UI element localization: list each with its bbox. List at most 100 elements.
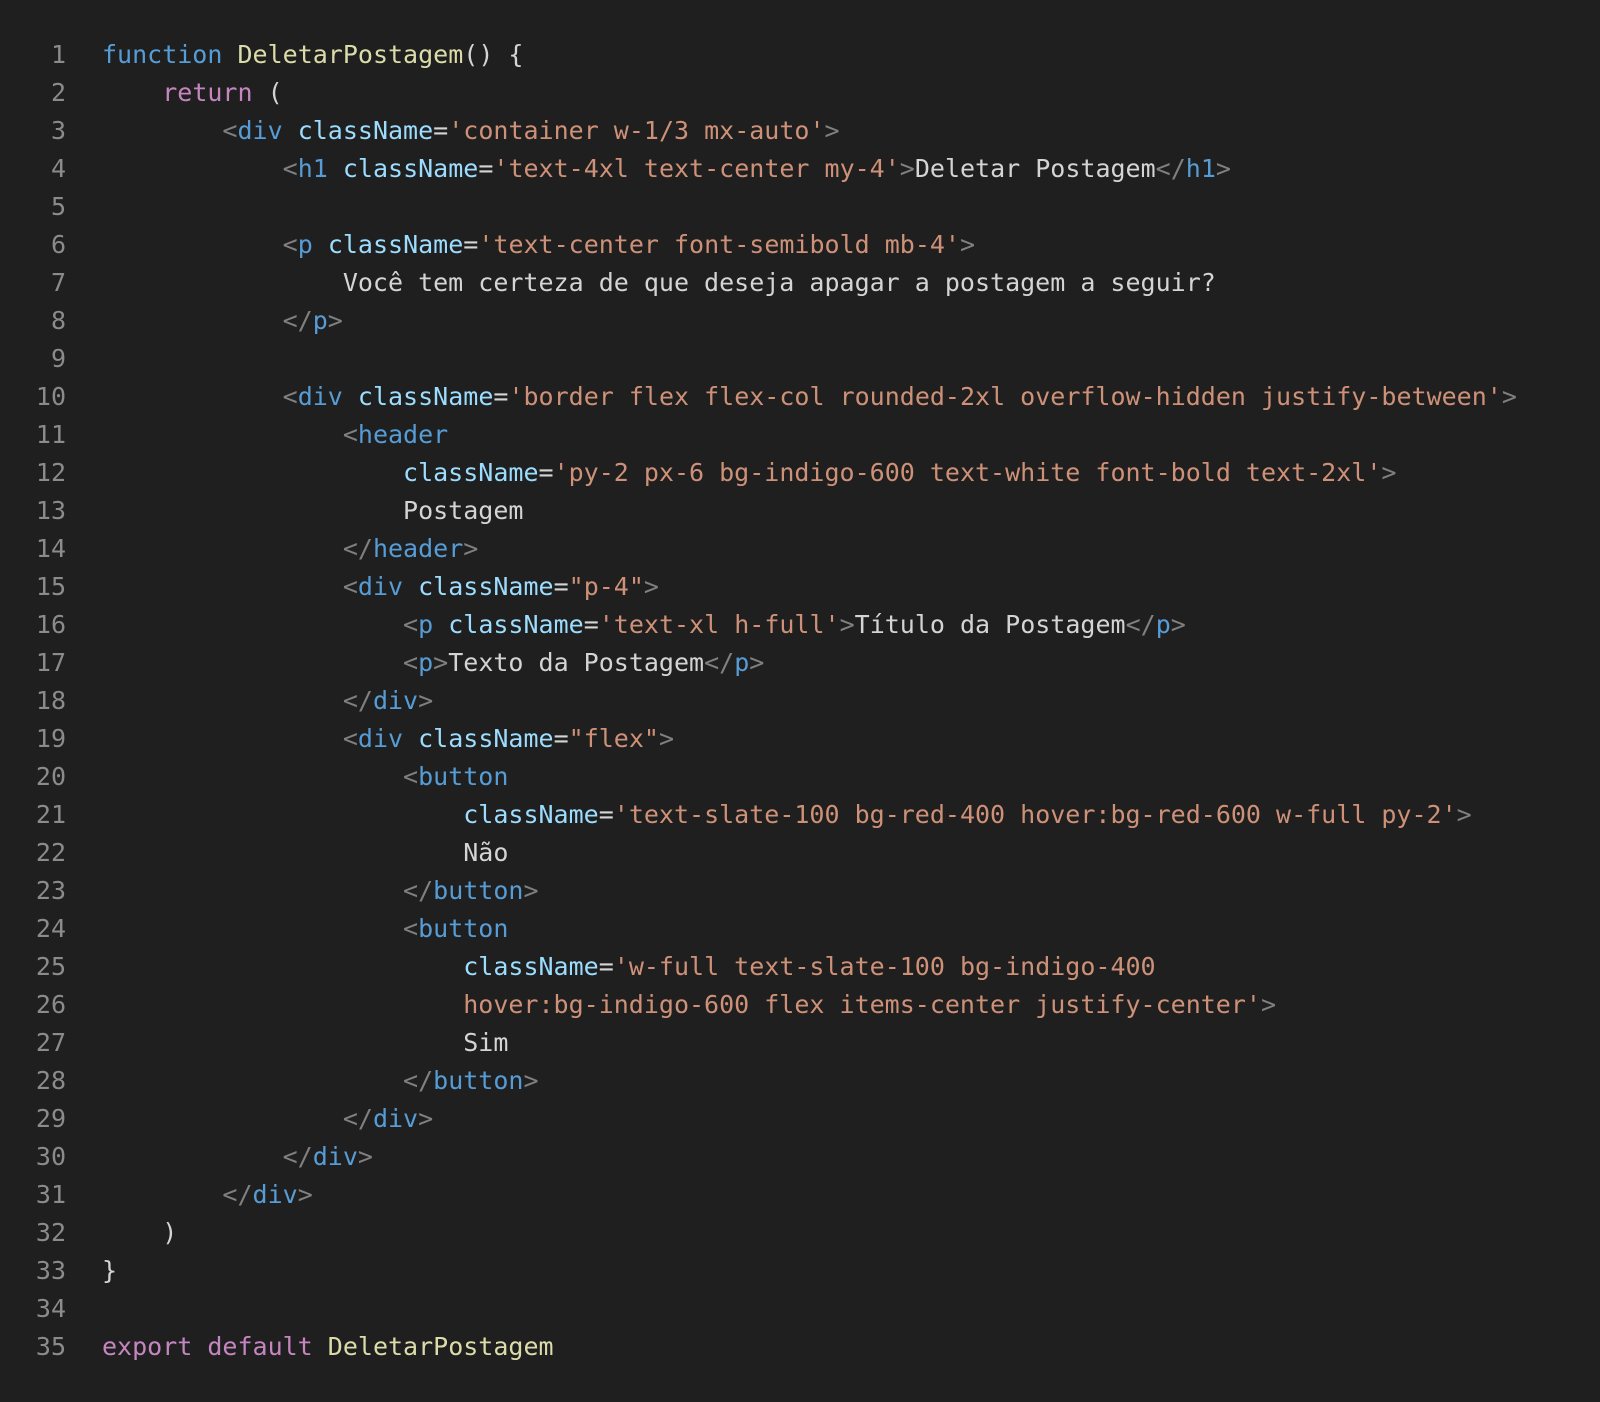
line-number: 15 [35,572,66,601]
tag-bracket-token: > [1501,382,1517,411]
line-code: hover:bg-indigo-600 flex items-center ju… [102,986,1276,1024]
tag-name-token: div [372,1104,419,1133]
code-line[interactable]: 13 Postagem [0,492,1600,530]
code-line[interactable]: 6 <p className='text-center font-semibol… [0,226,1600,264]
line-code: <button [102,758,508,796]
code-line[interactable]: 27 Sim [0,1024,1600,1062]
line-code: <div className='border flex flex-col rou… [102,378,1517,416]
string-token: 'text-slate-100 bg-red-400 hover:bg-red-… [613,800,1457,829]
code-line[interactable]: 29 </div> [0,1100,1600,1138]
line-code: ) [102,1214,177,1252]
line-number: 28 [35,1066,66,1095]
tag-bracket-token: </ [342,686,373,715]
code-line[interactable]: 9 [0,340,1600,378]
line-number: 10 [35,382,66,411]
tag-bracket-token: < [403,648,419,677]
text-token: Não [102,838,509,867]
code-line[interactable]: 35 export default DeletarPostagem [0,1328,1600,1366]
line-number: 27 [35,1028,66,1057]
tag-bracket-token: </ [342,1104,373,1133]
code-line[interactable]: 8 </p> [0,302,1600,340]
code-line[interactable]: 5 [0,188,1600,226]
code-line[interactable]: 7 Você tem certeza de que deseja apagar … [0,264,1600,302]
code-line[interactable]: 18 </div> [0,682,1600,720]
code-line[interactable]: 21 className='text-slate-100 bg-red-400 … [0,796,1600,834]
tag-bracket-token: > [643,572,659,601]
line-number: 20 [35,762,66,791]
tag-bracket-token: > [839,610,855,639]
string-token: "flex" [568,724,659,753]
code-line[interactable]: 1 function DeletarPostagem() { [0,36,1600,74]
tag-bracket-token: < [342,572,358,601]
attribute-token: className [448,610,584,639]
tag-name-token: button [433,876,524,905]
tag-bracket-token: > [824,116,840,145]
tag-bracket-token: > [899,154,915,183]
line-number: 29 [35,1104,66,1133]
code-line[interactable]: 2 return ( [0,74,1600,112]
text-token: ) [102,1218,178,1247]
text-token: = [538,458,554,487]
line-code: } [102,1252,117,1290]
tag-bracket-token: < [282,154,298,183]
string-token: 'container w-1/3 mx-auto' [448,116,825,145]
code-line[interactable]: 31 </div> [0,1176,1600,1214]
text-token: Você tem certeza de que deseja apagar a … [102,268,1216,297]
attribute-token: className [403,458,539,487]
code-line[interactable]: 12 className='py-2 px-6 bg-indigo-600 te… [0,454,1600,492]
control-keyword-token: default [207,1332,313,1361]
tag-bracket-token: < [403,610,419,639]
line-code: <header [102,416,448,454]
line-code: className='w-full text-slate-100 bg-indi… [102,948,1155,986]
code-line[interactable]: 15 <div className="p-4"> [0,568,1600,606]
tag-bracket-token: < [282,230,298,259]
code-line[interactable]: 25 className='w-full text-slate-100 bg-i… [0,948,1600,986]
code-editor[interactable]: 1 function DeletarPostagem() {2 return (3… [0,0,1600,1402]
code-line[interactable]: 17 <p>Texto da Postagem</p> [0,644,1600,682]
code-line[interactable]: 24 <button [0,910,1600,948]
tag-bracket-token: > [418,1104,434,1133]
line-number: 34 [35,1294,66,1323]
line-number: 1 [50,40,66,69]
code-line[interactable]: 32 ) [0,1214,1600,1252]
tag-name-token: p [418,610,434,639]
code-line[interactable]: 4 <h1 className='text-4xl text-center my… [0,150,1600,188]
tag-name-token: div [297,382,343,411]
code-line[interactable]: 28 </button> [0,1062,1600,1100]
string-token: 'text-4xl text-center my-4' [493,154,900,183]
tag-name-token: h1 [1185,154,1216,183]
code-line[interactable]: 26 hover:bg-indigo-600 flex items-center… [0,986,1600,1024]
text-token: ( [252,78,283,107]
code-line[interactable]: 3 <div className='container w-1/3 mx-aut… [0,112,1600,150]
tag-name-token: div [312,1142,358,1171]
code-line[interactable]: 19 <div className="flex"> [0,720,1600,758]
attribute-token: className [297,116,434,145]
code-line[interactable]: 14 </header> [0,530,1600,568]
string-token: "p-4" [568,572,644,601]
code-line[interactable]: 10 <div className='border flex flex-col … [0,378,1600,416]
tag-name-token: p [297,230,313,259]
text-token: = [433,116,449,145]
line-code: </div> [102,1176,312,1214]
tag-bracket-token: </ [222,1180,253,1209]
line-number: 11 [35,420,66,449]
code-line[interactable]: 16 <p className='text-xl h-full'>Título … [0,606,1600,644]
text-token: = [553,724,569,753]
code-line[interactable]: 22 Não [0,834,1600,872]
code-line[interactable]: 23 </button> [0,872,1600,910]
text-token: = [493,382,509,411]
code-line[interactable]: 30 </div> [0,1138,1600,1176]
code-line[interactable]: 33} [0,1252,1600,1290]
code-line[interactable]: 20 <button [0,758,1600,796]
code-line[interactable]: 34 [0,1290,1600,1328]
code-line[interactable]: 11 <header [0,416,1600,454]
text-token: = [553,572,569,601]
control-keyword-token: return [162,78,253,107]
